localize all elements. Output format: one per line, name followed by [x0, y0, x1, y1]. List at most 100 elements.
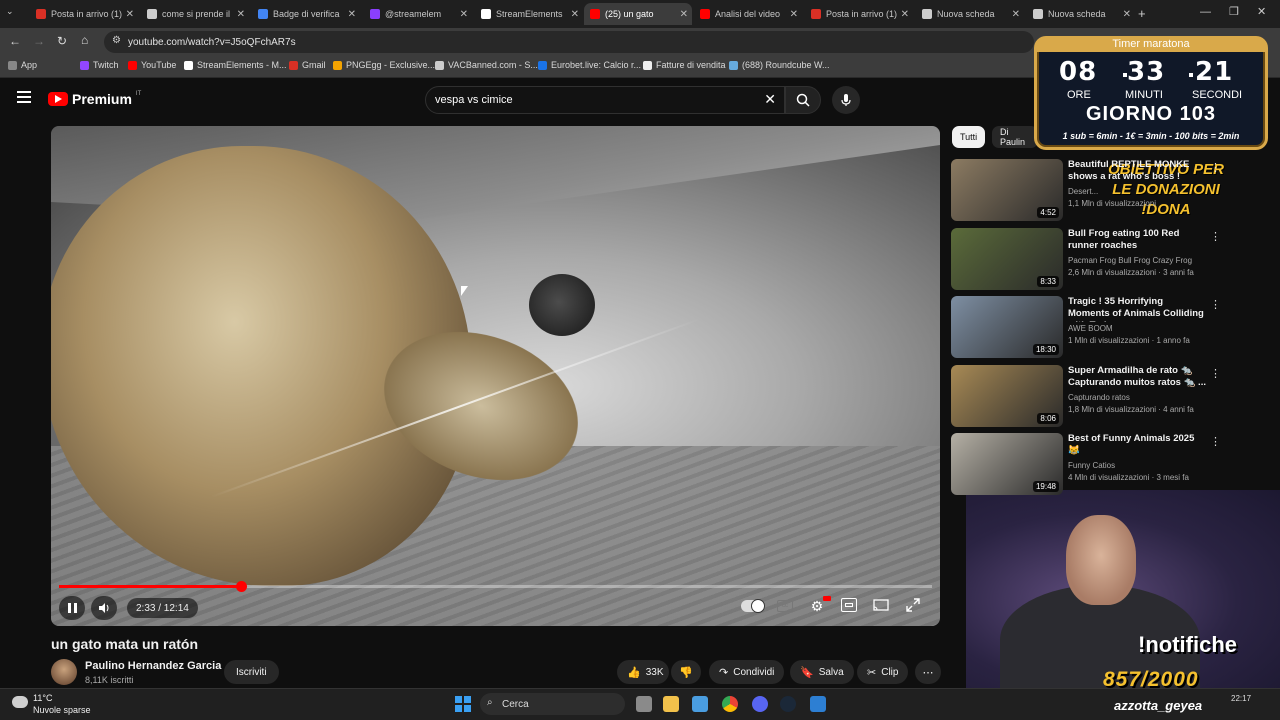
- reload-icon[interactable]: ↻: [57, 34, 67, 48]
- recommended-video-channel[interactable]: Pacman Frog Bull Frog Crazy Frog: [1068, 256, 1192, 265]
- app-icon[interactable]: [810, 696, 826, 712]
- bookmark-item[interactable]: Fatture di vendita: [643, 60, 726, 70]
- fullscreen-button[interactable]: [905, 598, 921, 612]
- recommended-video-thumbnail[interactable]: 8:33: [951, 228, 1063, 290]
- recommended-video[interactable]: 19:48 Best of Funny Animals 2025 😹 Funny C…: [951, 433, 1226, 495]
- more-vertical-icon[interactable]: ⋮: [1210, 367, 1221, 380]
- store-icon[interactable]: [692, 696, 708, 712]
- autoplay-toggle[interactable]: [741, 599, 765, 613]
- share-button[interactable]: ↷ Condividi: [709, 660, 785, 684]
- volume-button[interactable]: [91, 596, 117, 620]
- bookmark-item[interactable]: PNGEgg - Exclusive...: [333, 60, 435, 70]
- recommended-video-title[interactable]: Tragic ! 35 Horrifying Moments of Animal…: [1068, 296, 1206, 322]
- browser-tab[interactable]: Analisi del video ✕: [694, 3, 802, 25]
- save-button[interactable]: 🔖 Salva: [790, 660, 854, 684]
- browser-tab[interactable]: (25) un gato ✕: [584, 3, 692, 25]
- bookmark-item[interactable]: App: [8, 60, 37, 70]
- taskbar-clock[interactable]: 22:17: [1231, 694, 1251, 703]
- voice-search-button[interactable]: [832, 86, 860, 114]
- recommended-video[interactable]: 18:30 Tragic ! 35 Horrifying Moments of A…: [951, 296, 1226, 358]
- recommended-video-title[interactable]: Super Armadilha de rato 🐀 Capturando mui…: [1068, 365, 1206, 389]
- bookmark-item[interactable]: YouTube: [128, 60, 176, 70]
- settings-button[interactable]: ⚙: [807, 596, 831, 616]
- site-info-icon[interactable]: ⚙: [112, 35, 121, 46]
- weather-temperature[interactable]: 11°C: [33, 693, 52, 703]
- recommended-video-channel[interactable]: Funny Catios: [1068, 461, 1115, 470]
- window-restore-button[interactable]: ❐: [1229, 5, 1239, 18]
- recommended-video-channel[interactable]: Desert...: [1068, 187, 1098, 196]
- recommended-video-title[interactable]: Best of Funny Animals 2025 😹: [1068, 433, 1206, 457]
- browser-tab[interactable]: Posta in arrivo (1) ✕: [30, 3, 138, 25]
- browser-tab[interactable]: Badge di verifica ✕: [252, 3, 360, 25]
- tab-close-icon[interactable]: ✕: [237, 9, 245, 20]
- weather-icon[interactable]: [12, 696, 28, 708]
- tab-close-icon[interactable]: ✕: [348, 9, 356, 20]
- steam-icon[interactable]: [780, 696, 796, 712]
- forward-icon[interactable]: →: [33, 34, 45, 48]
- recommended-video-title[interactable]: Bull Frog eating 100 Red runner roaches: [1068, 228, 1206, 252]
- channel-avatar[interactable]: [51, 659, 77, 685]
- more-actions-button[interactable]: ⋯: [915, 660, 941, 684]
- chrome-icon[interactable]: [722, 696, 738, 712]
- recommended-video[interactable]: 8:33 Bull Frog eating 100 Red runner roac…: [951, 228, 1226, 290]
- recommended-video-title[interactable]: Beautiful REPTILE MONKE shows a rat who'…: [1068, 159, 1206, 183]
- cast-button[interactable]: [873, 598, 889, 612]
- clear-search-icon[interactable]: ✕: [764, 91, 776, 108]
- theater-mode-button[interactable]: [841, 598, 857, 612]
- browser-tab[interactable]: Posta in arrivo (1) ✕: [805, 3, 913, 25]
- tab-close-icon[interactable]: ✕: [901, 9, 909, 20]
- clip-button[interactable]: ✂ Clip: [857, 660, 909, 684]
- like-button[interactable]: 👍 33K: [617, 660, 669, 684]
- tab-close-icon[interactable]: ✕: [126, 9, 134, 20]
- subtitles-button[interactable]: cc: [777, 600, 793, 612]
- tab-close-icon[interactable]: ✕: [1123, 9, 1131, 20]
- channel-name[interactable]: Paulino Hernandez Garcia: [85, 660, 221, 672]
- bookmark-item[interactable]: VACBanned.com - S...: [435, 60, 538, 70]
- more-vertical-icon[interactable]: ⋮: [1210, 298, 1221, 311]
- browser-tab[interactable]: come si prende il ✕: [141, 3, 249, 25]
- recommended-video-thumbnail[interactable]: 8:06: [951, 365, 1063, 427]
- video-player[interactable]: 2:33 / 12:14 cc ⚙: [51, 126, 940, 626]
- bookmark-item[interactable]: StreamElements - M...: [184, 60, 287, 70]
- recommended-video-thumbnail[interactable]: 18:30: [951, 296, 1063, 358]
- recommended-video-thumbnail[interactable]: 4:52: [951, 159, 1063, 221]
- window-close-button[interactable]: ✕: [1257, 5, 1266, 18]
- tab-close-icon[interactable]: ✕: [680, 9, 688, 20]
- back-icon[interactable]: ←: [9, 34, 21, 48]
- more-vertical-icon[interactable]: ⋮: [1210, 230, 1221, 243]
- discord-icon[interactable]: [752, 696, 768, 712]
- window-minimize-button[interactable]: —: [1200, 6, 1211, 18]
- progress-bar[interactable]: [59, 581, 932, 592]
- tab-close-icon[interactable]: ✕: [571, 9, 579, 20]
- subscribe-button[interactable]: Iscriviti: [224, 660, 279, 684]
- weather-description[interactable]: Nuvole sparse: [33, 705, 91, 715]
- browser-tab[interactable]: StreamElements ✕: [475, 3, 583, 25]
- bookmark-item[interactable]: (688) Roundcube W...: [729, 60, 830, 70]
- recommended-video[interactable]: 8:06 Super Armadilha de rato 🐀 Capturando…: [951, 365, 1226, 427]
- bookmark-item[interactable]: Gmail: [289, 60, 326, 70]
- browser-tab[interactable]: Nuova scheda ✕: [916, 3, 1024, 25]
- recommended-video-channel[interactable]: AWE BOOM: [1068, 324, 1113, 333]
- more-vertical-icon[interactable]: ⋮: [1210, 161, 1221, 174]
- address-bar[interactable]: ⚙ youtube.com/watch?v=J5oQFchAR7s: [104, 31, 1034, 53]
- browser-tab[interactable]: Nuova scheda ✕: [1027, 3, 1135, 25]
- recommended-video-channel[interactable]: Capturando ratos: [1068, 393, 1130, 402]
- pause-button[interactable]: [59, 596, 85, 620]
- dislike-button[interactable]: 👎: [671, 660, 701, 684]
- filter-chip-all[interactable]: Tutti: [952, 126, 986, 148]
- youtube-logo[interactable]: Premium IT: [48, 91, 141, 107]
- recommended-video[interactable]: 4:52 Beautiful REPTILE MONKE shows a rat …: [951, 159, 1226, 221]
- recommended-video-thumbnail[interactable]: 19:48: [951, 433, 1063, 495]
- task-view-icon[interactable]: [636, 696, 652, 712]
- tab-close-icon[interactable]: ✕: [460, 9, 468, 20]
- menu-icon[interactable]: [17, 91, 31, 103]
- home-icon[interactable]: ⌂: [81, 33, 88, 47]
- search-button[interactable]: [785, 86, 821, 114]
- search-input[interactable]: vespa vs cimice ✕: [425, 86, 785, 114]
- tab-close-icon[interactable]: ✕: [790, 9, 798, 20]
- windows-start-icon[interactable]: [455, 696, 471, 712]
- browser-tab[interactable]: @streamelem ✕: [364, 3, 472, 25]
- new-tab-button[interactable]: +: [1138, 6, 1146, 21]
- bookmark-item[interactable]: Twitch: [80, 60, 119, 70]
- filter-chip-channel[interactable]: Di Paulin: [992, 126, 1038, 148]
